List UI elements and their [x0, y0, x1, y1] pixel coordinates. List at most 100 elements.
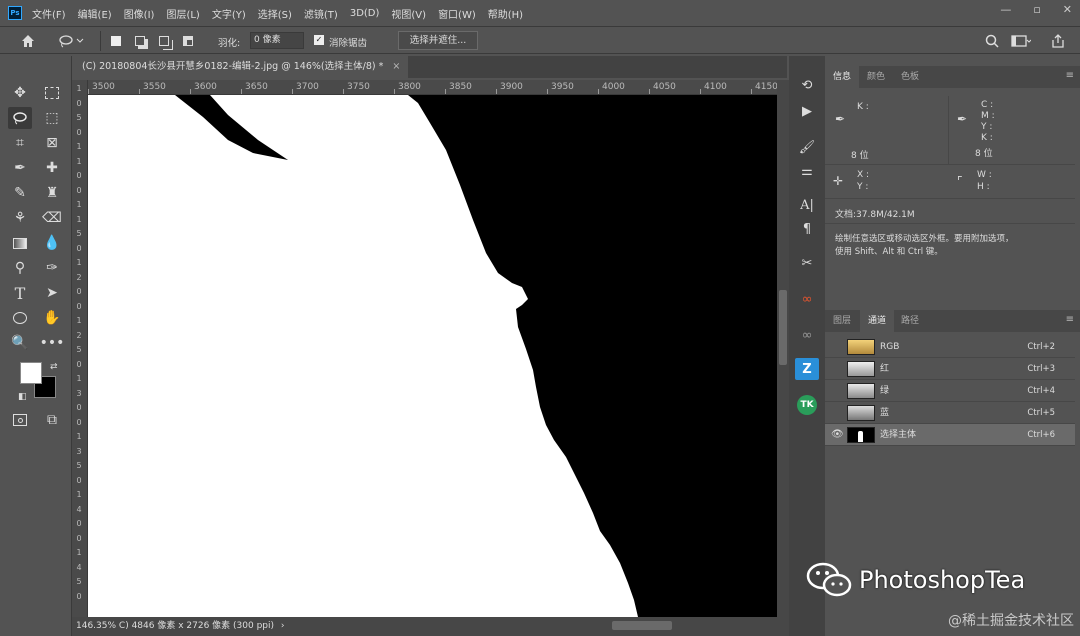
select-and-mask-button[interactable]: 选择并遮住...	[398, 31, 478, 50]
document-canvas[interactable]	[88, 95, 777, 617]
ruler-tick-label: 1	[76, 214, 82, 224]
vertical-scrollbar[interactable]	[777, 80, 789, 617]
history-brush-tool-icon[interactable]: ⚘	[8, 207, 32, 229]
menu-help[interactable]: 帮助(H)	[488, 6, 523, 21]
paragraph-panel-icon[interactable]: ¶	[795, 218, 819, 240]
tool-presets-icon[interactable]: ✂	[795, 252, 819, 274]
tab-channels[interactable]: 通道	[860, 310, 895, 332]
status-menu-icon[interactable]: ›	[281, 621, 285, 631]
new-selection-icon[interactable]	[108, 33, 124, 49]
clone-stamp-tool-icon[interactable]: ♜	[40, 182, 64, 204]
character-panel-icon[interactable]: A|	[795, 194, 819, 216]
actions-panel-icon[interactable]: ▶	[795, 100, 819, 122]
plugin-link-icon[interactable]: ∞	[795, 324, 819, 346]
type-tool-icon[interactable]: T	[8, 282, 32, 304]
move-tool-icon[interactable]: ✥	[8, 82, 32, 104]
menu-type[interactable]: 文字(Y)	[212, 6, 246, 21]
ruler-tick-label: 3550	[143, 82, 166, 92]
visibility-toggle[interactable]	[831, 363, 843, 375]
channel-row-blue[interactable]: 蓝 Ctrl+5	[825, 402, 1075, 424]
add-selection-icon[interactable]	[132, 33, 148, 49]
eraser-tool-icon[interactable]: ⌫	[40, 207, 64, 229]
adjustments-icon[interactable]: ⚌	[795, 160, 819, 182]
hand-tool-icon[interactable]: ✋	[40, 307, 64, 329]
visibility-toggle[interactable]	[831, 385, 843, 397]
plugin-tk-icon[interactable]: TK	[797, 395, 817, 415]
zoom-level[interactable]: 146.35%	[76, 621, 116, 631]
lasso-tool-preset-icon[interactable]	[56, 33, 86, 49]
swap-colors-icon[interactable]: ⇄	[50, 362, 58, 372]
tab-paths[interactable]: 路径	[893, 310, 927, 332]
info-x-label: X :	[857, 170, 870, 180]
share-icon[interactable]	[1050, 33, 1066, 49]
panel-menu-icon[interactable]: ≡	[1066, 70, 1074, 81]
tab-layers[interactable]: 图层	[825, 310, 859, 332]
subtract-selection-icon[interactable]	[156, 33, 172, 49]
close-tab-icon[interactable]: ×	[392, 61, 400, 72]
default-colors-icon[interactable]: ◧	[18, 392, 27, 402]
object-select-tool-icon[interactable]: ⬚	[40, 107, 64, 129]
home-icon[interactable]	[20, 33, 36, 49]
path-selection-tool-icon[interactable]: ➤	[40, 282, 64, 304]
brush-tool-icon[interactable]: ✎	[8, 182, 32, 204]
brush-settings-icon[interactable]: 🖌	[795, 136, 819, 158]
more-tools-icon[interactable]: •••	[40, 332, 65, 354]
antialias-checkbox[interactable]: ✓	[314, 35, 324, 45]
channel-row-green[interactable]: 绿 Ctrl+4	[825, 380, 1075, 402]
menu-select[interactable]: 选择(S)	[258, 6, 292, 21]
horizontal-scrollbar-thumb[interactable]	[612, 621, 672, 630]
eyedropper-tool-icon[interactable]: ✒	[8, 157, 32, 179]
ruler-tick-label: 3850	[449, 82, 472, 92]
scrollbar-thumb[interactable]	[779, 290, 787, 365]
history-panel-icon[interactable]: ⟲	[795, 74, 819, 96]
channel-name: 红	[880, 364, 890, 374]
healing-brush-tool-icon[interactable]: ✚	[40, 157, 64, 179]
close-icon[interactable]: ✕	[1063, 3, 1072, 16]
zoom-tool-icon[interactable]: 🔍	[8, 332, 32, 354]
tab-swatches[interactable]: 色板	[893, 66, 927, 88]
eye-icon[interactable]: 👁	[831, 429, 844, 441]
menu-edit[interactable]: 编辑(E)	[78, 6, 112, 21]
plugin-z-icon[interactable]: Z	[795, 358, 819, 380]
quick-mask-icon[interactable]	[8, 409, 32, 431]
feather-input[interactable]: 0 像素	[250, 32, 304, 49]
marquee-tool-icon[interactable]	[40, 82, 64, 104]
workspace-icon[interactable]	[1010, 33, 1032, 49]
ruler-tick-label: 1	[76, 156, 82, 166]
visibility-toggle[interactable]	[831, 341, 843, 353]
menu-view[interactable]: 视图(V)	[391, 6, 426, 21]
menu-3d[interactable]: 3D(D)	[350, 8, 380, 19]
foreground-color-swatch[interactable]	[20, 362, 42, 384]
plugin-loop-icon[interactable]: ∞	[795, 288, 819, 310]
channel-row-rgb[interactable]: RGB Ctrl+2	[825, 336, 1075, 358]
blur-tool-icon[interactable]: 💧	[40, 232, 64, 254]
crop-tool-icon[interactable]: ⌗	[8, 132, 32, 154]
eyedropper-icon: ✒	[835, 112, 846, 126]
channel-row-red[interactable]: 红 Ctrl+3	[825, 358, 1075, 380]
ellipse-tool-icon[interactable]	[8, 307, 32, 329]
tab-info[interactable]: 信息	[825, 66, 860, 88]
dodge-tool-icon[interactable]: ⚲	[8, 257, 32, 279]
document-tab[interactable]: (C) 20180804长沙县开慧乡0182-编辑-2.jpg @ 146%(选…	[72, 56, 408, 78]
pen-tool-icon[interactable]: ✑	[40, 257, 64, 279]
lasso-tool-icon[interactable]	[8, 107, 32, 129]
menu-image[interactable]: 图像(I)	[124, 6, 155, 21]
panel-menu-icon[interactable]: ≡	[1066, 314, 1074, 325]
gradient-tool-icon[interactable]	[8, 232, 32, 254]
info-m-label: M :	[981, 111, 995, 121]
search-icon[interactable]	[984, 33, 1000, 49]
ruler-tick-label: 4150	[755, 82, 777, 92]
channels-panel-header: 图层 通道 路径 ≡	[825, 310, 1080, 332]
menu-window[interactable]: 窗口(W)	[438, 6, 476, 21]
menu-filter[interactable]: 滤镜(T)	[304, 6, 338, 21]
intersect-selection-icon[interactable]	[180, 33, 196, 49]
screen-mode-icon[interactable]: ⧉	[40, 409, 64, 431]
visibility-toggle[interactable]	[831, 407, 843, 419]
minimize-icon[interactable]: —	[1000, 3, 1011, 16]
menu-file[interactable]: 文件(F)	[32, 6, 66, 21]
maximize-icon[interactable]: ▫	[1033, 3, 1040, 16]
tab-color[interactable]: 颜色	[859, 66, 893, 88]
menu-layer[interactable]: 图层(L)	[166, 6, 199, 21]
frame-tool-icon[interactable]: ⊠	[40, 132, 64, 154]
channel-row-select-subject[interactable]: 👁 选择主体 Ctrl+6	[825, 424, 1075, 446]
